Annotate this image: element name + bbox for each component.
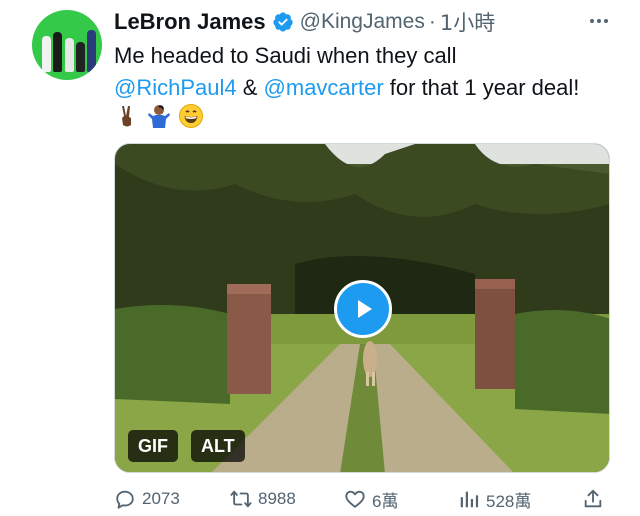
- more-options-icon[interactable]: [584, 6, 614, 36]
- action-bar: 2073 8988 6萬 528萬: [114, 484, 614, 514]
- share-icon: [584, 489, 602, 508]
- retweet-count: 8988: [258, 489, 296, 508]
- ampersand: &: [236, 75, 264, 100]
- mention-richpaul[interactable]: @RichPaul4: [114, 75, 237, 100]
- timestamp[interactable]: 1小時: [440, 7, 495, 37]
- emoji-row: [114, 102, 204, 130]
- play-button[interactable]: [334, 280, 392, 338]
- share-button[interactable]: [582, 484, 604, 514]
- reply-button[interactable]: 2073: [114, 484, 180, 514]
- heart-icon: [345, 490, 365, 508]
- alt-text-button[interactable]: ALT: [191, 430, 245, 462]
- tweet-header: LeBron James @KingJames · 1小時: [114, 8, 495, 36]
- gif-badge: GIF: [128, 430, 178, 462]
- person-shrugging-icon: [148, 105, 170, 128]
- like-count: 6萬: [372, 491, 399, 511]
- grinning-face-icon: [179, 104, 203, 128]
- separator-dot: ·: [428, 10, 436, 33]
- view-count: 528萬: [486, 491, 532, 511]
- play-icon: [358, 300, 372, 318]
- tweet-text-part2: for that 1 year deal!: [383, 75, 580, 100]
- tweet-text: Me headed to Saudi when they call @RichP…: [114, 40, 624, 104]
- retweet-button[interactable]: 8988: [230, 484, 296, 514]
- like-button[interactable]: 6萬: [344, 484, 398, 514]
- mention-mavcarter[interactable]: @mavcarter: [264, 75, 384, 100]
- gif-media[interactable]: GIF ALT: [114, 143, 610, 473]
- avatar[interactable]: [32, 10, 102, 80]
- views-chart-icon: [460, 491, 479, 508]
- verified-badge-icon: [273, 12, 293, 32]
- victory-hand-icon: [122, 106, 131, 127]
- author-name[interactable]: LeBron James: [114, 9, 266, 35]
- retweet-icon: [230, 490, 252, 508]
- tweet-text-part1: Me headed to Saudi when they call: [114, 43, 457, 68]
- author-handle[interactable]: @KingJames: [300, 10, 425, 34]
- reply-icon: [116, 490, 134, 509]
- views-button[interactable]: 528萬: [458, 484, 531, 514]
- reply-count: 2073: [142, 489, 180, 508]
